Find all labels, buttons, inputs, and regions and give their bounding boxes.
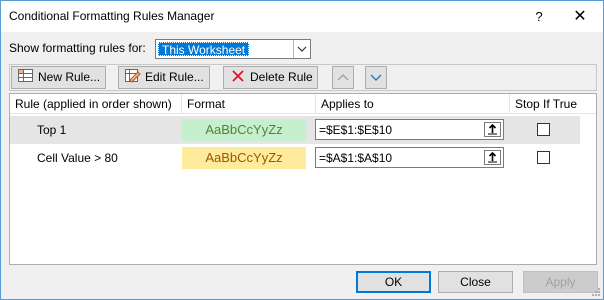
- range-picker-icon[interactable]: [484, 150, 501, 165]
- format-preview: AaBbCcYyZz: [182, 119, 306, 141]
- new-rule-label: New Rule...: [38, 70, 101, 84]
- new-rule-icon: [18, 69, 34, 83]
- stop-if-true-checkbox[interactable]: [537, 123, 550, 136]
- help-button[interactable]: ?: [520, 1, 558, 32]
- move-down-button[interactable]: [365, 66, 387, 89]
- rule-row[interactable]: Top 1 AaBbCcYyZz =$E$1:$E$10: [10, 116, 580, 144]
- ok-button[interactable]: OK: [356, 271, 431, 293]
- edit-rule-icon: [125, 69, 141, 83]
- title-bar: Conditional Formatting Rules Manager ? ✕: [1, 1, 603, 32]
- edit-rule-button[interactable]: Edit Rule...: [118, 66, 210, 89]
- chevron-down-icon: [370, 74, 382, 81]
- grid-scrollbar[interactable]: [580, 114, 596, 264]
- format-preview: AaBbCcYyZz: [182, 147, 306, 169]
- dialog-title: Conditional Formatting Rules Manager: [9, 9, 215, 23]
- delete-icon: [230, 69, 246, 83]
- delete-rule-label: Delete Rule: [250, 70, 313, 84]
- edit-rule-label: Edit Rule...: [145, 70, 204, 84]
- scope-selected-value: This Worksheet: [158, 42, 250, 57]
- rule-row[interactable]: Cell Value > 80 AaBbCcYyZz =$A$1:$A$10: [10, 144, 580, 172]
- chevron-up-icon: [337, 74, 349, 81]
- new-rule-button[interactable]: New Rule...: [11, 66, 106, 89]
- rules-grid: Rule (applied in order shown) Format App…: [9, 93, 597, 265]
- column-header-rule: Rule (applied in order shown): [10, 94, 182, 114]
- range-picker-icon[interactable]: [484, 122, 501, 137]
- apply-button[interactable]: Apply: [523, 271, 598, 293]
- applies-to-value: =$A$1:$A$10: [319, 151, 393, 165]
- chevron-down-icon[interactable]: [293, 40, 310, 58]
- scope-dropdown[interactable]: This Worksheet: [155, 39, 311, 59]
- close-icon[interactable]: ✕: [558, 1, 602, 32]
- applies-to-field[interactable]: =$A$1:$A$10: [315, 147, 504, 168]
- applies-to-field[interactable]: =$E$1:$E$10: [315, 119, 504, 140]
- move-up-button[interactable]: [332, 66, 354, 89]
- conditional-formatting-dialog: Conditional Formatting Rules Manager ? ✕…: [0, 0, 604, 300]
- column-header-applies-to: Applies to: [316, 94, 510, 114]
- rule-name: Cell Value > 80: [37, 151, 118, 165]
- rule-name: Top 1: [37, 123, 67, 137]
- column-header-format: Format: [182, 94, 316, 114]
- scope-label-text: Show formatting rules for:: [9, 41, 146, 55]
- scope-label: Show formatting rules for:: [9, 41, 146, 55]
- close-button[interactable]: Close: [438, 271, 513, 293]
- stop-if-true-checkbox[interactable]: [537, 151, 550, 164]
- grid-header: Rule (applied in order shown) Format App…: [10, 94, 596, 114]
- delete-rule-button[interactable]: Delete Rule: [223, 66, 318, 89]
- resize-grip-icon[interactable]: [591, 287, 601, 297]
- applies-to-value: =$E$1:$E$10: [319, 123, 393, 137]
- column-header-stop-if-true: Stop If True: [515, 97, 578, 111]
